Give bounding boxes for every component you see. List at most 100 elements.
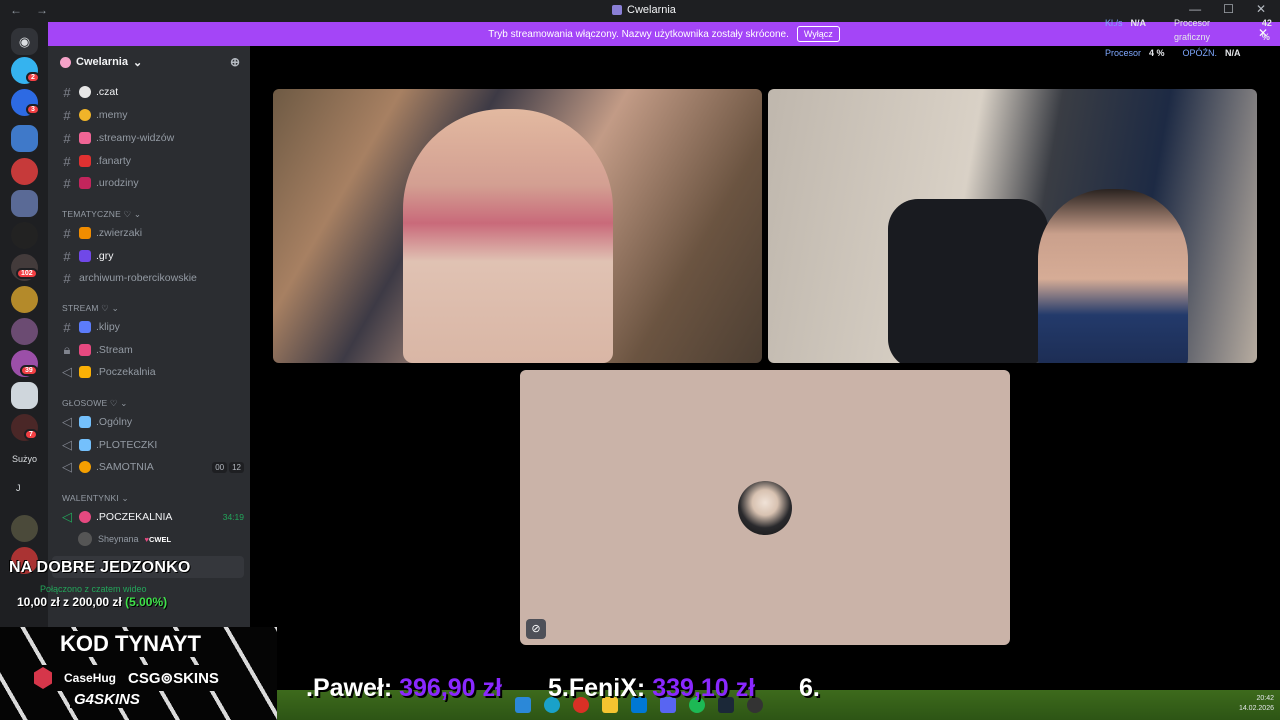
- mention-badge: 2: [26, 72, 40, 83]
- server-icon: [612, 5, 622, 15]
- category-stream[interactable]: STREAM ♡ ⌄: [62, 303, 119, 314]
- fps-label: Kl./s: [1105, 18, 1123, 28]
- server-icon-5[interactable]: [11, 190, 38, 217]
- party-popper-icon: [79, 177, 91, 189]
- window-title: Cwelarnia: [612, 4, 676, 16]
- category-tematyczne[interactable]: TEMATYCZNE ♡ ⌄: [62, 209, 141, 220]
- server-label-suzyo[interactable]: Sużyo: [12, 454, 37, 464]
- promo-code: KOD TYNAYT: [56, 631, 205, 657]
- channel-label: .streamy-widzów: [96, 132, 175, 144]
- category-label: GŁOSOWE ♡: [62, 398, 118, 408]
- server-icon-13[interactable]: [11, 515, 38, 542]
- mention-badge: 3: [26, 104, 40, 115]
- mention-badge: 39: [20, 365, 38, 376]
- close-window-icon[interactable]: ✕: [1256, 2, 1266, 16]
- channel-label: .memy: [96, 109, 128, 121]
- donation-goal-title: NA DOBRE JEDZONKO: [9, 559, 191, 576]
- category-label: WALENTYNKI: [62, 493, 119, 503]
- title-bar: ← → Cwelarnia — ☐ ✕: [0, 0, 1280, 22]
- channel-gry[interactable]: # .gry: [60, 246, 244, 266]
- server-rail: ◉ 2 3 102 39 7 Sużyo J: [0, 22, 48, 632]
- speaker-icon: ◁: [62, 364, 72, 379]
- hash-icon: #: [63, 84, 71, 100]
- cpu-label: Procesor: [1105, 48, 1142, 58]
- speaker-emoji-icon: [79, 439, 91, 451]
- server-icon-6[interactable]: [11, 222, 38, 249]
- maximize-icon[interactable]: ☐: [1223, 2, 1234, 16]
- category-label: STREAM ♡: [62, 303, 110, 313]
- channel-zwierzaki[interactable]: # .zwierzaki: [60, 223, 244, 243]
- channel-label: .SAMOTNIA: [96, 461, 154, 473]
- channel-ogolny[interactable]: ◁ .Ogólny: [60, 412, 244, 432]
- server-icon-11[interactable]: [11, 382, 38, 409]
- speaker-icon: ◁: [62, 437, 72, 452]
- ticker-rank: 5.: [548, 673, 569, 702]
- channel-streamy-widzow[interactable]: # .streamy-widzów: [60, 128, 244, 148]
- gpu-label: Procesor graficzny: [1174, 18, 1211, 42]
- ticker-entry: 6.: [799, 674, 820, 703]
- channel-ploteczki[interactable]: ◁ .PLOTECZKI: [60, 435, 244, 455]
- channel-samotnia[interactable]: ◁ .SAMOTNIA 00 12: [60, 457, 244, 477]
- ticker-name: FeniX:: [568, 673, 646, 702]
- server-emoji-icon: [60, 56, 71, 68]
- disable-streamer-mode-button[interactable]: Wyłącz: [796, 26, 840, 42]
- member-tag-text: CWEL: [149, 534, 172, 544]
- window-title-text: Cwelarnia: [627, 4, 676, 16]
- server-icon-3[interactable]: [11, 125, 38, 152]
- server-label-j[interactable]: J: [16, 483, 21, 493]
- ticker-entry: .Paweł: 396,90 zł: [306, 674, 502, 703]
- chevron-down-icon: ⌄: [132, 56, 143, 69]
- channel-archiwum[interactable]: # archiwum-robercikowskie: [60, 268, 244, 288]
- channel-klipy[interactable]: # .klipy: [60, 317, 244, 337]
- avatar: [78, 532, 92, 546]
- participant-video: [1038, 189, 1188, 363]
- channel-label: .klipy: [96, 321, 120, 333]
- film-icon: [79, 321, 91, 333]
- lock-icon: 🔒︎: [63, 342, 71, 357]
- channel-stream[interactable]: 🔒︎ .Stream: [60, 340, 244, 360]
- video-tile-2[interactable]: [768, 89, 1257, 363]
- hash-icon: #: [63, 130, 71, 146]
- gamepad-icon: [79, 250, 91, 262]
- speaker-icon: ◁: [62, 459, 72, 474]
- member-name: Sheynana: [98, 534, 139, 544]
- voice-connected-status: Połączono z czatem wideo: [40, 584, 147, 594]
- call-timer: 34:19: [222, 512, 244, 522]
- speaker-emoji-icon: [79, 416, 91, 428]
- back-arrow-icon[interactable]: ←: [10, 3, 22, 17]
- minimize-icon[interactable]: —: [1189, 2, 1201, 16]
- channel-poczekalnia-walentynki[interactable]: ◁ .POCZEKALNIA 34:19: [60, 507, 244, 527]
- discord-home-icon[interactable]: ◉: [11, 28, 38, 55]
- category-walentynki[interactable]: WALENTYNKI ⌄: [62, 493, 129, 504]
- video-tile-1[interactable]: [273, 89, 762, 363]
- server-icon-8[interactable]: [11, 286, 38, 313]
- server-header[interactable]: Cwelarnia ⌄ ⊕: [48, 46, 250, 78]
- server-icon-4[interactable]: [11, 158, 38, 185]
- forward-arrow-icon[interactable]: →: [36, 3, 48, 17]
- window-controls: — ☐ ✕: [1189, 2, 1266, 16]
- channel-czat[interactable]: # .czat: [60, 82, 244, 102]
- channel-urodziny[interactable]: # .urodziny: [60, 173, 244, 193]
- channel-memy[interactable]: # .memy: [60, 105, 244, 125]
- ticker-amount: 396,90 zł: [399, 673, 502, 702]
- category-glosowe[interactable]: GŁOSOWE ♡ ⌄: [62, 398, 128, 409]
- channel-label: .zwierzaki: [96, 227, 143, 239]
- channel-poczekalnia[interactable]: ◁ .Poczekalnia: [60, 362, 244, 382]
- goal-separator: z: [63, 595, 70, 609]
- cpu-value: 4 %: [1149, 48, 1165, 58]
- channel-label: archiwum-robercikowskie: [79, 272, 197, 284]
- hash-icon: #: [63, 107, 71, 123]
- speaker-icon: ◁: [62, 414, 72, 429]
- hash-icon: #: [63, 270, 71, 286]
- participant-video: [403, 109, 613, 363]
- channel-label: .gry: [96, 250, 114, 262]
- channel-label: .PLOTECZKI: [96, 439, 158, 451]
- video-tile-3[interactable]: ⊘: [520, 370, 1010, 645]
- chair-shape: [888, 199, 1048, 363]
- cat-face-icon: [79, 227, 91, 239]
- voice-member[interactable]: Sheynana ♥CWEL: [78, 532, 171, 546]
- channel-fanarty[interactable]: # .fanarty: [60, 151, 244, 171]
- speaker-icon: ◁: [62, 509, 72, 524]
- add-member-icon[interactable]: ⊕: [230, 55, 240, 69]
- server-icon-9[interactable]: [11, 318, 38, 345]
